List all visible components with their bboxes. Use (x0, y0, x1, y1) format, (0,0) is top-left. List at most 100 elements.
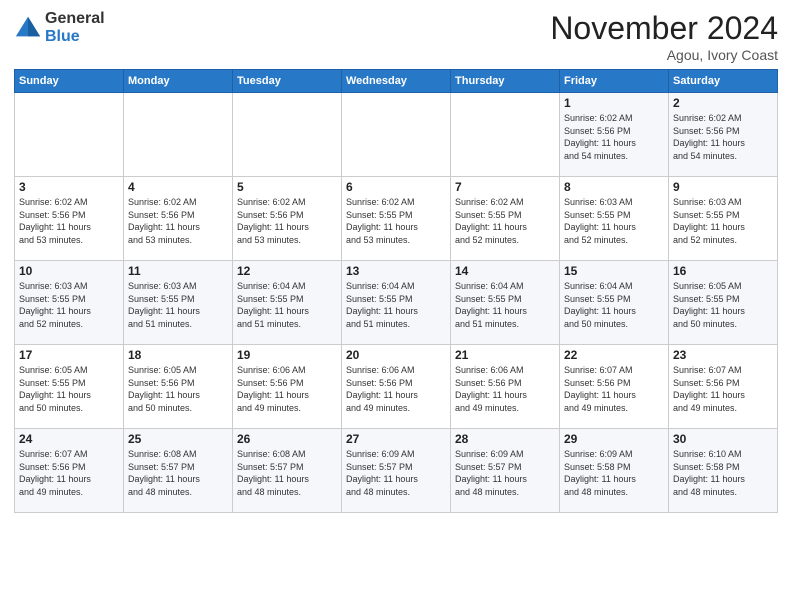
title-block: November 2024 Agou, Ivory Coast (550, 10, 778, 63)
day-cell: 4 Sunrise: 6:02 AMSunset: 5:56 PMDaylight… (124, 177, 233, 261)
day-info: Sunrise: 6:02 AMSunset: 5:56 PMDaylight:… (673, 112, 773, 162)
day-cell: 10 Sunrise: 6:03 AMSunset: 5:55 PMDayligh… (15, 261, 124, 345)
day-number: 7 (455, 180, 555, 194)
week-row-5: 24 Sunrise: 6:07 AMSunset: 5:56 PMDayligh… (15, 429, 778, 513)
day-info: Sunrise: 6:03 AMSunset: 5:55 PMDaylight:… (19, 280, 119, 330)
day-info: Sunrise: 6:02 AMSunset: 5:56 PMDaylight:… (564, 112, 664, 162)
weekday-header-monday: Monday (124, 70, 233, 93)
day-info: Sunrise: 6:07 AMSunset: 5:56 PMDaylight:… (19, 448, 119, 498)
day-number: 24 (19, 432, 119, 446)
logo-blue: Blue (45, 28, 105, 46)
day-cell: 7 Sunrise: 6:02 AMSunset: 5:55 PMDaylight… (451, 177, 560, 261)
day-number: 28 (455, 432, 555, 446)
day-cell: 6 Sunrise: 6:02 AMSunset: 5:55 PMDaylight… (342, 177, 451, 261)
logo-general: General (45, 10, 105, 28)
day-info: Sunrise: 6:02 AMSunset: 5:56 PMDaylight:… (19, 196, 119, 246)
day-number: 30 (673, 432, 773, 446)
week-row-3: 10 Sunrise: 6:03 AMSunset: 5:55 PMDayligh… (15, 261, 778, 345)
day-number: 27 (346, 432, 446, 446)
day-info: Sunrise: 6:05 AMSunset: 5:55 PMDaylight:… (19, 364, 119, 414)
day-number: 3 (19, 180, 119, 194)
day-number: 10 (19, 264, 119, 278)
day-number: 29 (564, 432, 664, 446)
day-cell (233, 93, 342, 177)
day-cell (15, 93, 124, 177)
day-info: Sunrise: 6:06 AMSunset: 5:56 PMDaylight:… (346, 364, 446, 414)
day-cell: 5 Sunrise: 6:02 AMSunset: 5:56 PMDaylight… (233, 177, 342, 261)
day-number: 11 (128, 264, 228, 278)
day-cell: 1 Sunrise: 6:02 AMSunset: 5:56 PMDaylight… (560, 93, 669, 177)
weekday-header-friday: Friday (560, 70, 669, 93)
day-number: 23 (673, 348, 773, 362)
day-cell (124, 93, 233, 177)
day-number: 18 (128, 348, 228, 362)
day-info: Sunrise: 6:09 AMSunset: 5:57 PMDaylight:… (455, 448, 555, 498)
day-number: 25 (128, 432, 228, 446)
day-number: 17 (19, 348, 119, 362)
day-cell: 23 Sunrise: 6:07 AMSunset: 5:56 PMDayligh… (669, 345, 778, 429)
day-cell: 24 Sunrise: 6:07 AMSunset: 5:56 PMDayligh… (15, 429, 124, 513)
day-cell: 12Sunrise: 6:04 AMSunset: 5:55 PMDayligh… (233, 261, 342, 345)
day-info: Sunrise: 6:02 AMSunset: 5:55 PMDaylight:… (455, 196, 555, 246)
calendar-page: General Blue November 2024 Agou, Ivory C… (0, 0, 792, 612)
day-info: Sunrise: 6:05 AMSunset: 5:55 PMDaylight:… (673, 280, 773, 330)
day-info: Sunrise: 6:09 AMSunset: 5:57 PMDaylight:… (346, 448, 446, 498)
day-info: Sunrise: 6:05 AMSunset: 5:56 PMDaylight:… (128, 364, 228, 414)
day-cell: 19Sunrise: 6:06 AMSunset: 5:56 PMDayligh… (233, 345, 342, 429)
day-cell: 30Sunrise: 6:10 AMSunset: 5:58 PMDayligh… (669, 429, 778, 513)
day-number: 16 (673, 264, 773, 278)
calendar-body: 1 Sunrise: 6:02 AMSunset: 5:56 PMDaylight… (15, 93, 778, 513)
day-number: 6 (346, 180, 446, 194)
day-number: 2 (673, 96, 773, 110)
day-info: Sunrise: 6:08 AMSunset: 5:57 PMDaylight:… (128, 448, 228, 498)
day-cell: 9Sunrise: 6:03 AMSunset: 5:55 PMDaylight… (669, 177, 778, 261)
location: Agou, Ivory Coast (550, 47, 778, 63)
weekday-row: SundayMondayTuesdayWednesdayThursdayFrid… (15, 70, 778, 93)
day-number: 8 (564, 180, 664, 194)
week-row-4: 17 Sunrise: 6:05 AMSunset: 5:55 PMDayligh… (15, 345, 778, 429)
day-number: 19 (237, 348, 337, 362)
day-info: Sunrise: 6:02 AMSunset: 5:56 PMDaylight:… (128, 196, 228, 246)
week-row-1: 1 Sunrise: 6:02 AMSunset: 5:56 PMDaylight… (15, 93, 778, 177)
weekday-header-sunday: Sunday (15, 70, 124, 93)
day-info: Sunrise: 6:09 AMSunset: 5:58 PMDaylight:… (564, 448, 664, 498)
day-number: 21 (455, 348, 555, 362)
day-info: Sunrise: 6:02 AMSunset: 5:56 PMDaylight:… (237, 196, 337, 246)
calendar-header: SundayMondayTuesdayWednesdayThursdayFrid… (15, 70, 778, 93)
logo-icon (14, 14, 42, 42)
day-cell: 2 Sunrise: 6:02 AMSunset: 5:56 PMDaylight… (669, 93, 778, 177)
week-row-2: 3 Sunrise: 6:02 AMSunset: 5:56 PMDaylight… (15, 177, 778, 261)
day-cell: 3 Sunrise: 6:02 AMSunset: 5:56 PMDaylight… (15, 177, 124, 261)
day-number: 26 (237, 432, 337, 446)
day-cell: 8 Sunrise: 6:03 AMSunset: 5:55 PMDaylight… (560, 177, 669, 261)
day-cell: 13Sunrise: 6:04 AMSunset: 5:55 PMDayligh… (342, 261, 451, 345)
day-number: 14 (455, 264, 555, 278)
day-info: Sunrise: 6:04 AMSunset: 5:55 PMDaylight:… (564, 280, 664, 330)
calendar-table: SundayMondayTuesdayWednesdayThursdayFrid… (14, 69, 778, 513)
day-number: 12 (237, 264, 337, 278)
day-number: 9 (673, 180, 773, 194)
day-cell: 15 Sunrise: 6:04 AMSunset: 5:55 PMDayligh… (560, 261, 669, 345)
day-cell: 25 Sunrise: 6:08 AMSunset: 5:57 PMDayligh… (124, 429, 233, 513)
day-cell: 21Sunrise: 6:06 AMSunset: 5:56 PMDayligh… (451, 345, 560, 429)
day-info: Sunrise: 6:02 AMSunset: 5:55 PMDaylight:… (346, 196, 446, 246)
day-cell: 14Sunrise: 6:04 AMSunset: 5:55 PMDayligh… (451, 261, 560, 345)
day-cell: 22Sunrise: 6:07 AMSunset: 5:56 PMDayligh… (560, 345, 669, 429)
day-cell: 28 Sunrise: 6:09 AMSunset: 5:57 PMDayligh… (451, 429, 560, 513)
day-cell: 26Sunrise: 6:08 AMSunset: 5:57 PMDayligh… (233, 429, 342, 513)
day-info: Sunrise: 6:03 AMSunset: 5:55 PMDaylight:… (564, 196, 664, 246)
day-info: Sunrise: 6:07 AMSunset: 5:56 PMDaylight:… (673, 364, 773, 414)
day-number: 1 (564, 96, 664, 110)
day-number: 4 (128, 180, 228, 194)
day-cell: 17 Sunrise: 6:05 AMSunset: 5:55 PMDayligh… (15, 345, 124, 429)
day-info: Sunrise: 6:07 AMSunset: 5:56 PMDaylight:… (564, 364, 664, 414)
weekday-header-wednesday: Wednesday (342, 70, 451, 93)
day-cell: 27 Sunrise: 6:09 AMSunset: 5:57 PMDayligh… (342, 429, 451, 513)
month-title: November 2024 (550, 10, 778, 47)
day-number: 20 (346, 348, 446, 362)
day-number: 15 (564, 264, 664, 278)
day-info: Sunrise: 6:03 AMSunset: 5:55 PMDaylight:… (128, 280, 228, 330)
day-info: Sunrise: 6:04 AMSunset: 5:55 PMDaylight:… (346, 280, 446, 330)
weekday-header-tuesday: Tuesday (233, 70, 342, 93)
day-number: 5 (237, 180, 337, 194)
